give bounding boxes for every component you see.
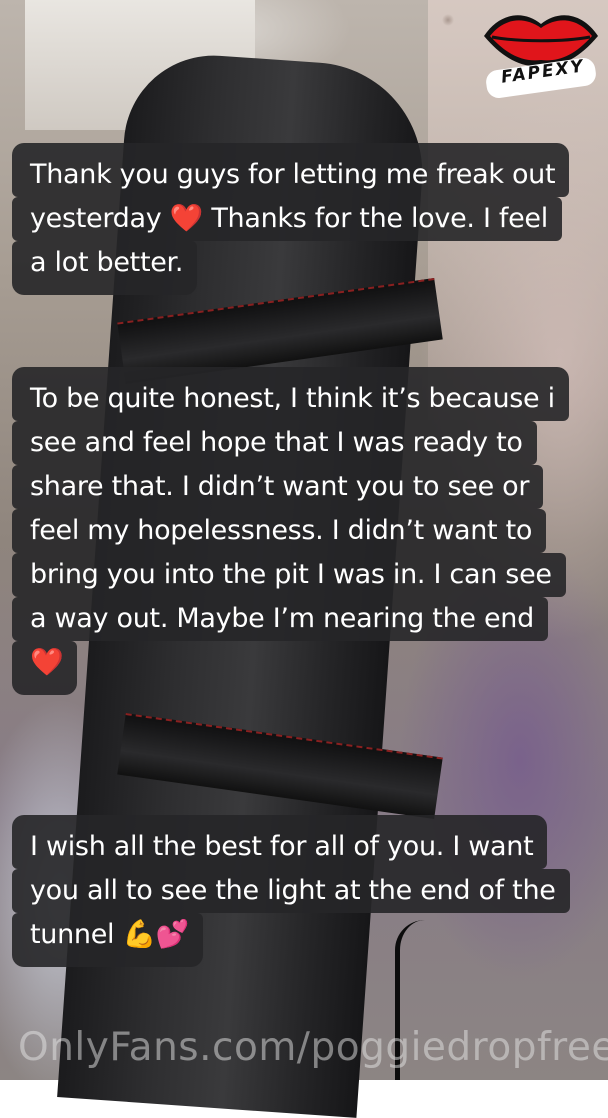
caption-line: feel my hopelessness. I didn’t want to xyxy=(12,509,547,553)
caption-line: see and feel hope that I was ready to xyxy=(12,421,537,465)
caption-line: tunnel 💪💕 xyxy=(12,913,204,967)
watermark-text: OnlyFans.com/poggiedropfree xyxy=(18,1025,608,1070)
caption-message-2: To be quite honest, I think it’s because… xyxy=(12,367,569,695)
caption-message-1: Thank you guys for letting me freak out … xyxy=(12,143,570,295)
caption-message-3: I wish all the best for all of you. I wa… xyxy=(12,815,570,967)
caption-line: I wish all the best for all of you. I wa… xyxy=(12,815,548,869)
caption-line: share that. I didn’t want you to see or xyxy=(12,465,544,509)
caption-line: bring you into the pit I was in. I can s… xyxy=(12,553,566,597)
caption-line: To be quite honest, I think it’s because… xyxy=(12,367,569,421)
caption-line: you all to see the light at the end of t… xyxy=(12,869,570,913)
caption-line: ❤️ xyxy=(12,641,78,695)
caption-line: yesterday ❤️ Thanks for the love. I feel xyxy=(12,197,562,241)
caption-line: a way out. Maybe I’m nearing the end xyxy=(12,597,548,641)
caption-line: Thank you guys for letting me freak out xyxy=(12,143,570,197)
caption-line: a lot better. xyxy=(12,241,198,295)
